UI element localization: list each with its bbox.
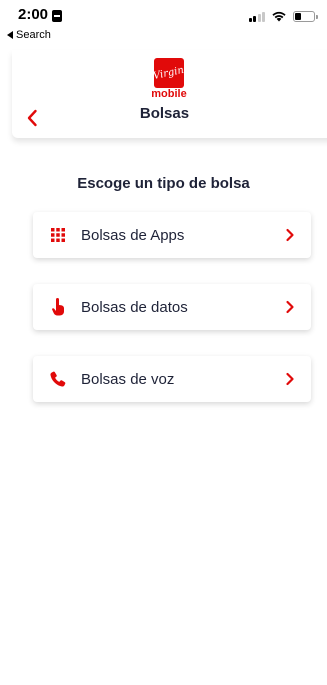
option-label: Bolsas de Apps bbox=[81, 226, 185, 244]
phone-icon bbox=[49, 370, 67, 388]
cellular-signal-icon bbox=[248, 11, 265, 22]
chevron-right-icon bbox=[286, 372, 294, 386]
page-title: Bolsas bbox=[139, 105, 190, 122]
option-label: Bolsas de datos bbox=[81, 298, 188, 316]
option-voz[interactable]: Bolsas de voz bbox=[33, 356, 311, 402]
clock-text: 2:00 bbox=[18, 6, 49, 23]
section-heading: Escoge un tipo de bolsa bbox=[77, 175, 250, 192]
battery-icon bbox=[293, 10, 318, 22]
status-time: 2:00 bbox=[18, 6, 63, 23]
chevron-right-icon bbox=[286, 228, 294, 242]
back-to-search-link[interactable]: Search bbox=[7, 29, 51, 41]
status-bar: 2:00 Search bbox=[0, 0, 327, 46]
logo-word: mobile bbox=[151, 88, 187, 100]
back-app-label: Search bbox=[16, 29, 51, 41]
chevron-right-icon bbox=[286, 300, 294, 314]
touch-hand-icon bbox=[49, 298, 67, 316]
status-indicators bbox=[248, 10, 318, 22]
wifi-icon bbox=[272, 11, 286, 22]
option-datos[interactable]: Bolsas de datos bbox=[33, 284, 311, 330]
virgin-logo: Virgin bbox=[152, 58, 186, 88]
apps-grid-icon bbox=[49, 226, 67, 244]
app-header: Virgin mobile Bolsas bbox=[12, 50, 327, 138]
back-triangle-icon bbox=[7, 31, 13, 39]
option-apps[interactable]: Bolsas de Apps bbox=[33, 212, 311, 258]
id-badge-icon bbox=[52, 9, 63, 22]
option-label: Bolsas de voz bbox=[81, 370, 175, 388]
logo-script-text: Virgin bbox=[152, 64, 186, 82]
